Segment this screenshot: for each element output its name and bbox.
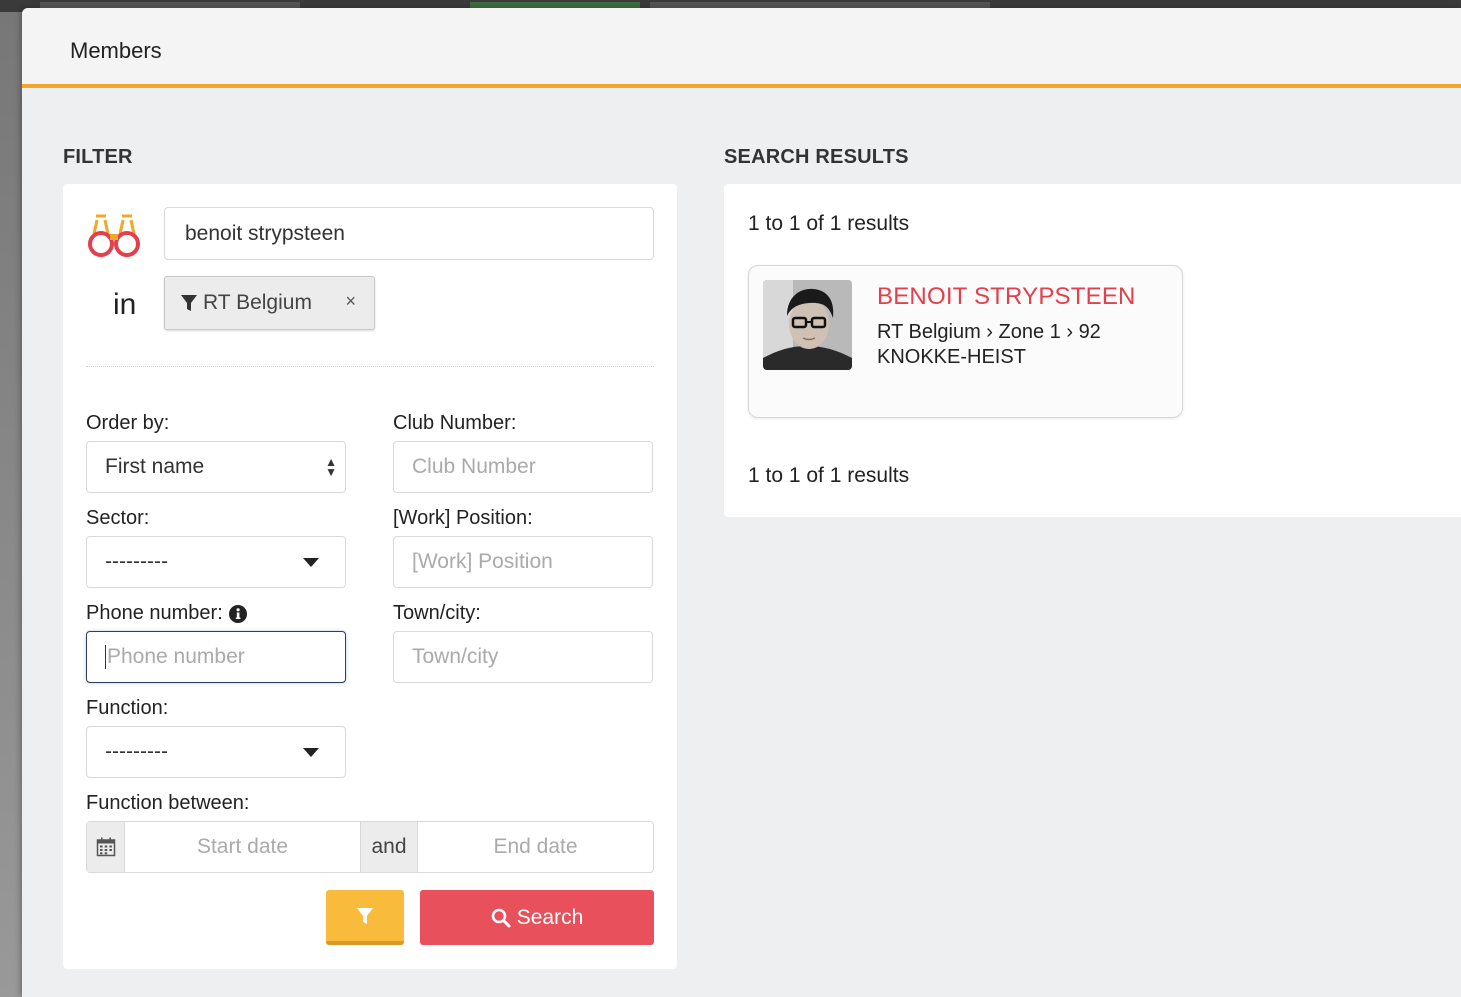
- search-button-label: Search: [516, 905, 584, 929]
- work-position-placeholder: [Work] Position: [412, 550, 553, 573]
- text-cursor: [105, 645, 106, 669]
- phone-placeholder: Phone number: [107, 645, 245, 668]
- calendar-icon: [96, 837, 115, 857]
- club-number-label: Club Number:: [393, 412, 517, 434]
- member-path-line2: KNOKKE-HEIST: [877, 346, 1026, 368]
- results-summary-top: 1 to 1 of 1 results: [748, 212, 910, 235]
- club-number-placeholder: Club Number: [412, 455, 536, 478]
- modal-header: Members: [22, 8, 1461, 88]
- background-page: [0, 12, 22, 997]
- order-by-select[interactable]: First name ▲ ▼: [86, 441, 346, 493]
- club-number-input[interactable]: Club Number: [393, 441, 653, 493]
- work-position-input[interactable]: [Work] Position: [393, 536, 653, 588]
- phone-label-row: Phone number:: [86, 602, 247, 625]
- order-by-label: Order by:: [86, 412, 170, 434]
- function-value: ---------: [105, 740, 168, 763]
- avatar: [763, 280, 852, 370]
- function-label: Function:: [86, 697, 169, 719]
- town-input[interactable]: Town/city: [393, 631, 653, 683]
- filter-section-title: FILTER: [63, 146, 133, 168]
- caret-down-icon: [303, 558, 319, 567]
- function-between-label: Function between:: [86, 792, 250, 814]
- end-date-input[interactable]: End date: [418, 822, 653, 872]
- order-by-value: First name: [105, 455, 205, 478]
- binoculars-icon: [88, 214, 140, 257]
- phone-input[interactable]: Phone number: [86, 631, 346, 683]
- close-icon[interactable]: ×: [345, 291, 356, 312]
- town-label: Town/city:: [393, 602, 481, 624]
- filter-icon: [181, 295, 197, 311]
- sector-select[interactable]: ---------: [86, 536, 346, 588]
- sector-label: Sector:: [86, 507, 150, 529]
- town-placeholder: Town/city: [412, 645, 499, 668]
- sort-arrows-icon: ▲ ▼: [325, 455, 337, 479]
- search-icon: [491, 908, 511, 927]
- calendar-addon[interactable]: [87, 822, 125, 872]
- results-section-title: SEARCH RESULTS: [724, 146, 909, 168]
- member-name[interactable]: BENOIT STRYPSTEEN: [877, 283, 1136, 311]
- filter-icon: [357, 907, 373, 924]
- sector-value: ---------: [105, 550, 168, 573]
- member-path: RT Belgium › Zone 1 › 92 KNOKKE-HEIST: [877, 320, 1101, 370]
- and-label: and: [360, 822, 418, 872]
- date-range-picker: Start date and End date: [86, 821, 654, 873]
- info-icon[interactable]: [228, 604, 247, 623]
- in-label: in: [113, 288, 137, 321]
- phone-label: Phone number:: [86, 602, 223, 624]
- function-select[interactable]: ---------: [86, 726, 346, 778]
- advanced-filter-button[interactable]: [326, 890, 404, 945]
- divider: [86, 366, 654, 367]
- search-input[interactable]: benoit strypsteen: [164, 207, 654, 260]
- start-date-input[interactable]: Start date: [125, 822, 360, 872]
- caret-down-icon: [303, 748, 319, 757]
- work-position-label: [Work] Position:: [393, 507, 533, 529]
- member-photo: [763, 280, 852, 370]
- scope-chip[interactable]: RT Belgium ×: [164, 276, 375, 330]
- member-path-line1: RT Belgium › Zone 1 › 92: [877, 321, 1101, 343]
- results-summary-bottom: 1 to 1 of 1 results: [748, 464, 910, 487]
- scope-chip-label: RT Belgium: [203, 291, 312, 314]
- member-card[interactable]: BENOIT STRYPSTEEN RT Belgium › Zone 1 › …: [748, 265, 1183, 418]
- modal-title: Members: [70, 38, 162, 63]
- search-button[interactable]: Search: [420, 890, 654, 945]
